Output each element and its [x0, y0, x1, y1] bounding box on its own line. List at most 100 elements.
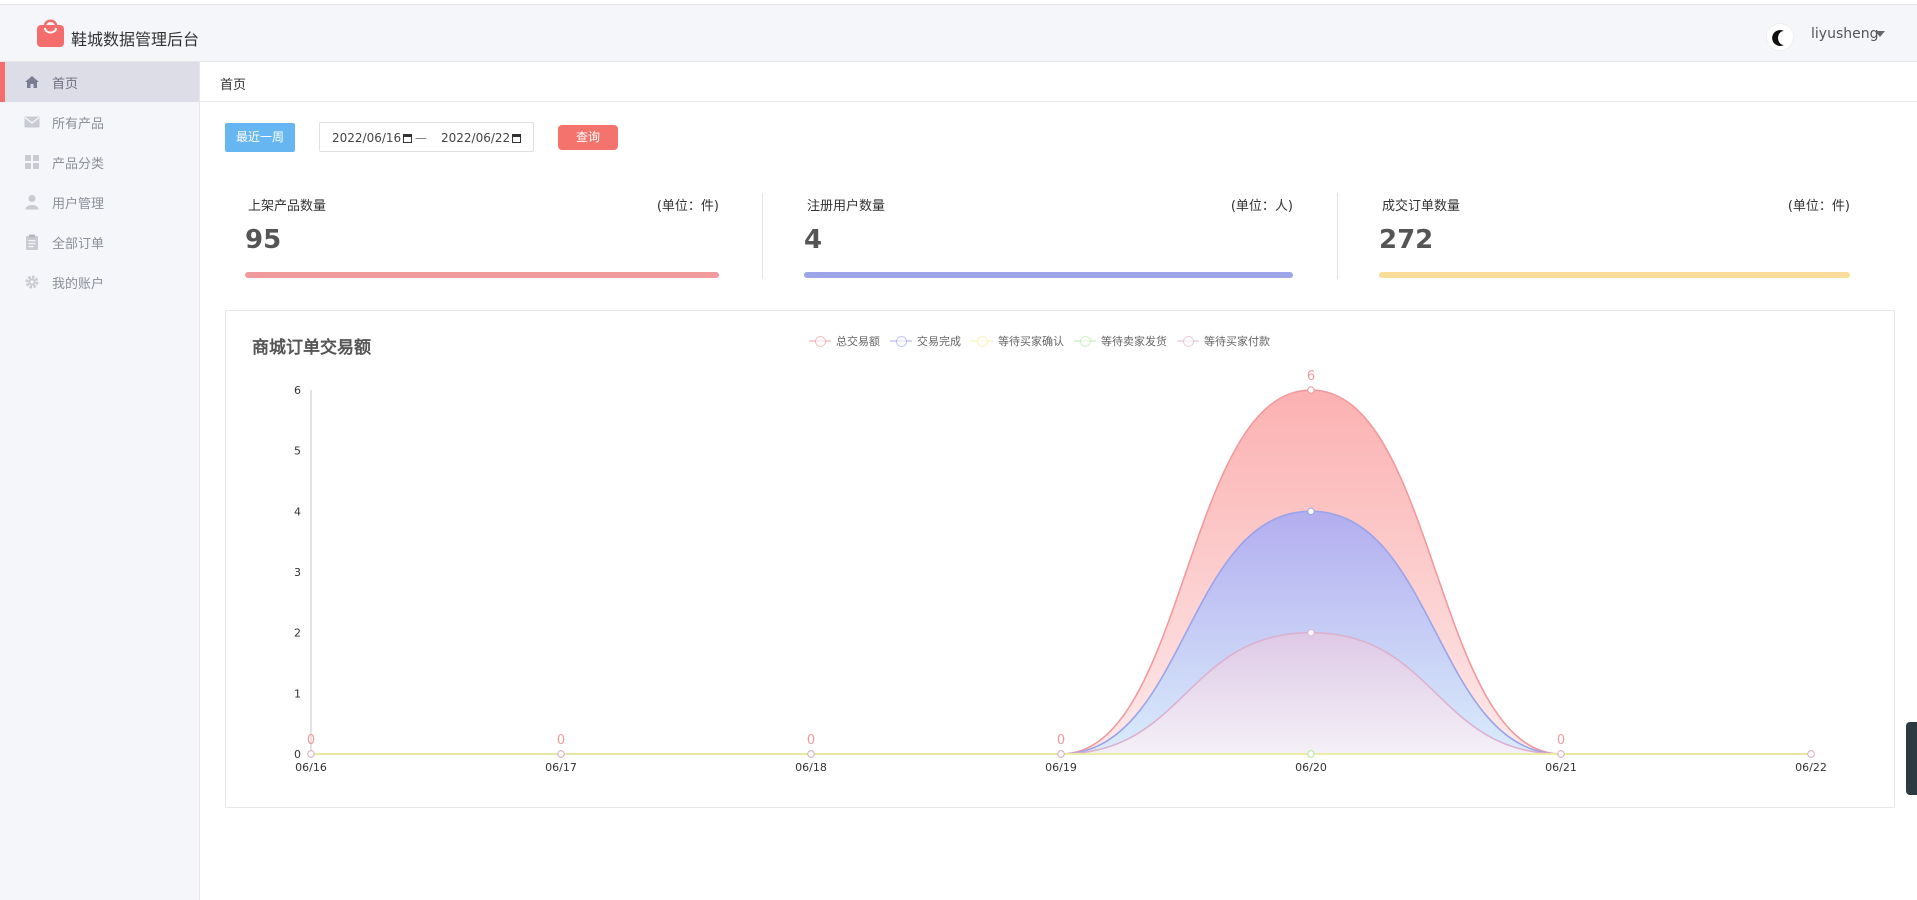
data-point — [307, 750, 315, 758]
legend-marker — [890, 335, 912, 347]
stat-bar — [245, 272, 719, 278]
breadcrumb[interactable]: 首页 — [220, 74, 246, 93]
stat-card-orders: 成交订单数量 (单位：件) 272 — [1379, 190, 1850, 280]
y-tick-label: 0 — [294, 748, 301, 761]
legend-item[interactable]: 等待买家确认 — [971, 333, 1064, 349]
chart-title: 商城订单交易额 — [252, 338, 371, 358]
x-tick-label: 06/17 — [545, 761, 577, 774]
x-tick-label: 06/16 — [295, 761, 327, 774]
stat-divider — [762, 193, 763, 279]
series-area-1 — [311, 511, 1811, 754]
y-tick-label: 5 — [294, 445, 301, 458]
legend-label: 交易完成 — [917, 335, 961, 348]
start-date-input[interactable]: 2022/06/16 — [332, 131, 413, 145]
data-label: 0 — [807, 733, 815, 748]
y-tick-label: 2 — [294, 627, 301, 640]
stat-unit: (单位：件) — [656, 199, 719, 214]
grid-icon — [25, 155, 39, 169]
stat-label: 注册用户数量 — [807, 199, 886, 214]
sidebar-item-label: 全部订单 — [52, 236, 105, 252]
shopping-bag-icon — [37, 19, 64, 47]
stat-unit: (单位：人) — [1230, 199, 1293, 214]
y-tick-label: 6 — [294, 384, 301, 397]
order-amount-chart[interactable]: 0 1 2 3 4 5 6 06/16 06/17 06/18 06/19 06/20 06/21 06/… — [226, 311, 1896, 809]
data-point — [557, 750, 565, 758]
legend-marker — [971, 335, 993, 347]
query-button[interactable]: 查询 — [558, 125, 618, 150]
y-tick-label: 3 — [294, 566, 301, 579]
series-area-0 — [311, 390, 1811, 754]
sidebar-item-categories[interactable]: 产品分类 — [0, 142, 199, 182]
legend-item[interactable]: 等待买家付款 — [1177, 333, 1270, 349]
sidebar: 首页 所有产品 产品分类 用户管理 全部订单 我的账户 — [0, 62, 200, 900]
legend-item[interactable]: 等待卖家发货 — [1074, 333, 1167, 349]
stat-label: 上架产品数量 — [248, 199, 327, 214]
username[interactable]: liyusheng — [1811, 26, 1878, 42]
y-tick-label: 1 — [294, 687, 301, 700]
sidebar-item-home[interactable]: 首页 — [0, 62, 199, 102]
stat-card-users: 注册用户数量 (单位：人) 4 — [804, 190, 1293, 280]
data-point — [1307, 386, 1315, 394]
stat-card-products: 上架产品数量 (单位：件) 95 — [245, 190, 719, 280]
sidebar-item-users[interactable]: 用户管理 — [0, 182, 199, 222]
data-label: 0 — [1057, 733, 1065, 748]
stat-label: 成交订单数量 — [1382, 199, 1461, 214]
data-label: 6 — [1307, 369, 1315, 384]
chart-panel: 0 1 2 3 4 5 6 06/16 06/17 06/18 06/19 06/20 06/21 06/… — [225, 310, 1895, 808]
start-date-value: 2022/06/16 — [332, 131, 402, 145]
x-tick-label: 06/19 — [1045, 761, 1077, 774]
side-widget[interactable] — [1906, 722, 1917, 795]
end-date-input[interactable]: 2022/06/22 — [441, 131, 522, 145]
sidebar-item-label: 首页 — [52, 76, 79, 92]
stat-value: 4 — [804, 225, 823, 255]
stat-value: 95 — [245, 225, 282, 255]
app-header: 鞋城数据管理后台 liyusheng — [0, 5, 1917, 62]
x-tick-label: 06/20 — [1295, 761, 1327, 774]
date-range-picker[interactable]: 2022/06/16 — 2022/06/22 — [319, 122, 534, 152]
calendar-icon[interactable] — [403, 134, 413, 143]
mail-icon — [24, 116, 40, 128]
stat-unit: (单位：件) — [1787, 199, 1850, 214]
data-point — [1307, 628, 1315, 637]
avatar-icon — [1772, 30, 1784, 47]
sidebar-item-label: 所有产品 — [52, 116, 105, 132]
home-icon — [25, 76, 39, 88]
sidebar-item-account[interactable]: 我的账户 — [0, 262, 199, 302]
legend-label: 总交易额 — [836, 335, 880, 348]
end-date-value: 2022/06/22 — [441, 131, 511, 145]
stat-value: 272 — [1379, 225, 1434, 255]
series-line-1 — [311, 510, 1811, 755]
series-line-0 — [311, 389, 1811, 755]
x-tick-label: 06/21 — [1545, 761, 1577, 774]
data-point — [1307, 750, 1315, 758]
legend-marker — [809, 335, 831, 347]
x-tick-label: 06/22 — [1795, 761, 1827, 774]
data-point — [1557, 750, 1565, 758]
breadcrumb-bar: 首页 — [200, 62, 1917, 102]
legend-item[interactable]: 交易完成 — [890, 333, 961, 349]
data-point — [1307, 507, 1315, 516]
calendar-icon[interactable] — [512, 134, 522, 143]
legend-label: 等待卖家发货 — [1101, 335, 1167, 348]
data-point — [807, 750, 815, 758]
gear-icon — [25, 275, 39, 289]
sidebar-item-products[interactable]: 所有产品 — [0, 102, 199, 142]
date-separator: — — [415, 131, 427, 145]
caret-down-icon[interactable] — [1875, 31, 1885, 37]
data-point — [1807, 750, 1815, 758]
sidebar-item-orders[interactable]: 全部订单 — [0, 222, 199, 262]
last-week-button[interactable]: 最近一周 — [225, 123, 295, 152]
data-label: 0 — [557, 733, 565, 748]
user-icon — [25, 195, 39, 210]
legend-item[interactable]: 总交易额 — [809, 333, 880, 349]
data-label: 0 — [1557, 733, 1565, 748]
x-tick-label: 06/18 — [795, 761, 827, 774]
sidebar-item-label: 用户管理 — [52, 196, 105, 212]
stat-bar — [804, 272, 1293, 278]
sidebar-item-label: 我的账户 — [52, 276, 105, 292]
avatar[interactable] — [1766, 23, 1794, 51]
data-label: 0 — [307, 733, 315, 748]
clipboard-icon — [26, 234, 38, 250]
y-tick-label: 4 — [294, 505, 301, 518]
legend-marker — [1177, 335, 1199, 347]
